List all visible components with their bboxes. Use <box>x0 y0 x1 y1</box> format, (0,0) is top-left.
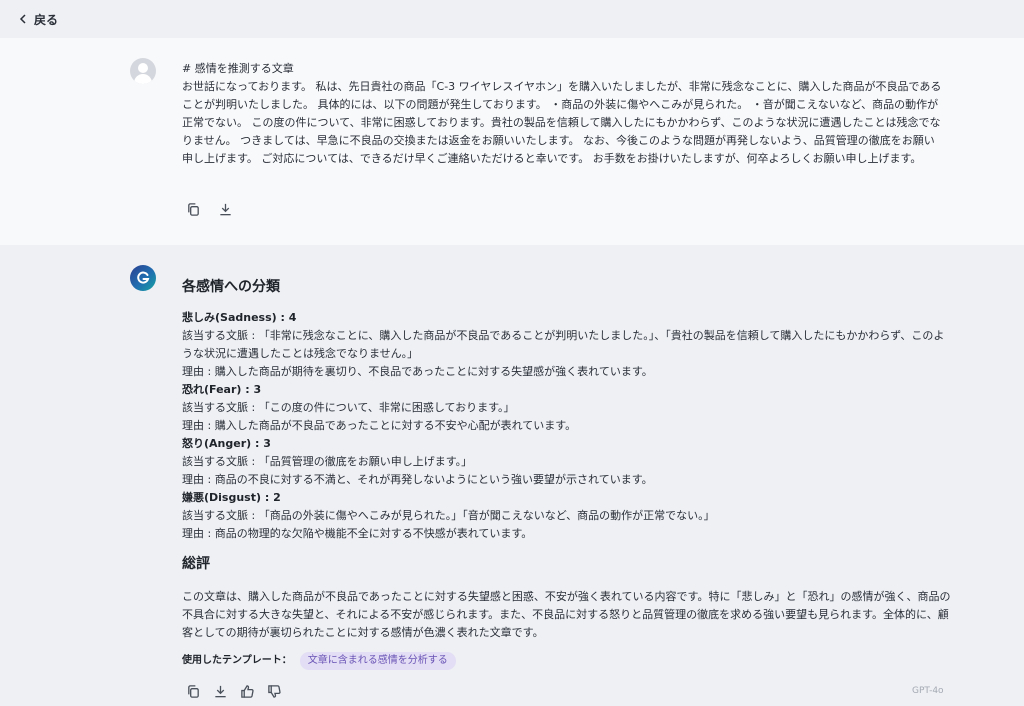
emotion-reason: 理由 : 購入した商品が不良品であったことに対する不安や心配が表れています。 <box>182 419 577 432</box>
model-label: GPT-4o <box>912 686 944 696</box>
emotion-head: 悲しみ(Sadness) : 4 <box>182 311 297 324</box>
summary-text: この文章は、購入した商品が不良品であったことに対する失望感と困惑、不安が強く表れ… <box>182 590 951 639</box>
emotion-head: 嫌悪(Disgust) : 2 <box>182 491 281 504</box>
emotion-disgust: 嫌悪(Disgust) : 2 該当する文脈 : 「商品の外装に傷やへこみが見ら… <box>182 489 952 543</box>
download-button[interactable] <box>211 682 229 700</box>
user-message-title: # 感情を推測する文章 <box>182 62 294 75</box>
emotion-context: 該当する文脈 : 「非常に残念なことに、購入した商品が不良品であることが判明いた… <box>182 329 945 360</box>
dislike-button[interactable] <box>265 682 283 700</box>
download-button[interactable] <box>216 200 234 218</box>
emotion-context: 該当する文脈 : 「この度の件について、非常に困惑しております。」 <box>182 401 515 414</box>
heading-summary: 総評 <box>182 556 210 572</box>
emotion-anger: 怒り(Anger) : 3 該当する文脈 : 「品質管理の徹底をお願い申し上げま… <box>182 435 952 489</box>
user-avatar <box>130 58 156 84</box>
user-message-text: # 感情を推測する文章 お世話になっております。 私は、先日貴社の商品「C-3 … <box>182 60 944 168</box>
user-message-body: お世話になっております。 私は、先日貴社の商品「C-3 ワイヤレスイヤホン」を購… <box>182 80 942 165</box>
emotion-reason: 理由 : 商品の不良に対する不満と、それが再発しないようにという強い要望が示され… <box>182 473 653 486</box>
assistant-avatar <box>130 265 156 291</box>
emotion-reason: 理由 : 購入した商品が期待を裏切り、不良品であったことに対する失望感が強く表れ… <box>182 365 653 378</box>
back-label: 戻る <box>34 12 59 27</box>
download-icon <box>219 203 231 215</box>
assistant-message-content: 各感情への分類 悲しみ(Sadness) : 4 該当する文脈 : 「非常に残念… <box>182 275 952 670</box>
top-bar: 戻る <box>0 0 1024 38</box>
like-button[interactable] <box>238 682 256 700</box>
back-button[interactable]: 戻る <box>18 11 58 28</box>
emotion-fear: 恐れ(Fear) : 3 該当する文脈 : 「この度の件について、非常に困惑して… <box>182 381 952 435</box>
emotion-sadness: 悲しみ(Sadness) : 4 該当する文脈 : 「非常に残念なことに、購入し… <box>182 309 952 381</box>
assistant-message-actions <box>184 682 283 700</box>
user-message: # 感情を推測する文章 お世話になっております。 私は、先日貴社の商品「C-3 … <box>0 38 1024 245</box>
thumbs-down-icon <box>267 684 281 698</box>
emotion-head: 恐れ(Fear) : 3 <box>182 383 262 396</box>
assistant-message: 各感情への分類 悲しみ(Sadness) : 4 該当する文脈 : 「非常に残念… <box>0 245 1024 706</box>
chevron-left-icon <box>19 14 26 24</box>
assistant-logo-icon <box>137 271 150 284</box>
copy-icon <box>187 684 199 698</box>
download-icon <box>214 685 226 697</box>
emotion-head: 怒り(Anger) : 3 <box>182 437 271 450</box>
template-row: 使用したテンプレート： 文章に含まれる感情を分析する <box>182 652 952 670</box>
copy-button[interactable] <box>184 682 202 700</box>
user-message-actions <box>184 200 234 218</box>
emotion-context: 該当する文脈 : 「商品の外装に傷やへこみが見られた。」「音が聞こえないなど、商… <box>182 509 715 522</box>
emotion-context: 該当する文脈 : 「品質管理の徹底をお願い申し上げます。」 <box>182 455 473 468</box>
template-label: 使用したテンプレート： <box>182 655 292 666</box>
thumbs-up-icon <box>240 684 254 698</box>
copy-button[interactable] <box>184 200 202 218</box>
template-tag[interactable]: 文章に含まれる感情を分析する <box>299 652 456 670</box>
heading-classification: 各感情への分類 <box>182 279 280 295</box>
copy-icon <box>187 202 199 216</box>
emotion-reason: 理由 : 商品の物理的な欠陥や機能不全に対する不快感が表れています。 <box>182 527 533 540</box>
